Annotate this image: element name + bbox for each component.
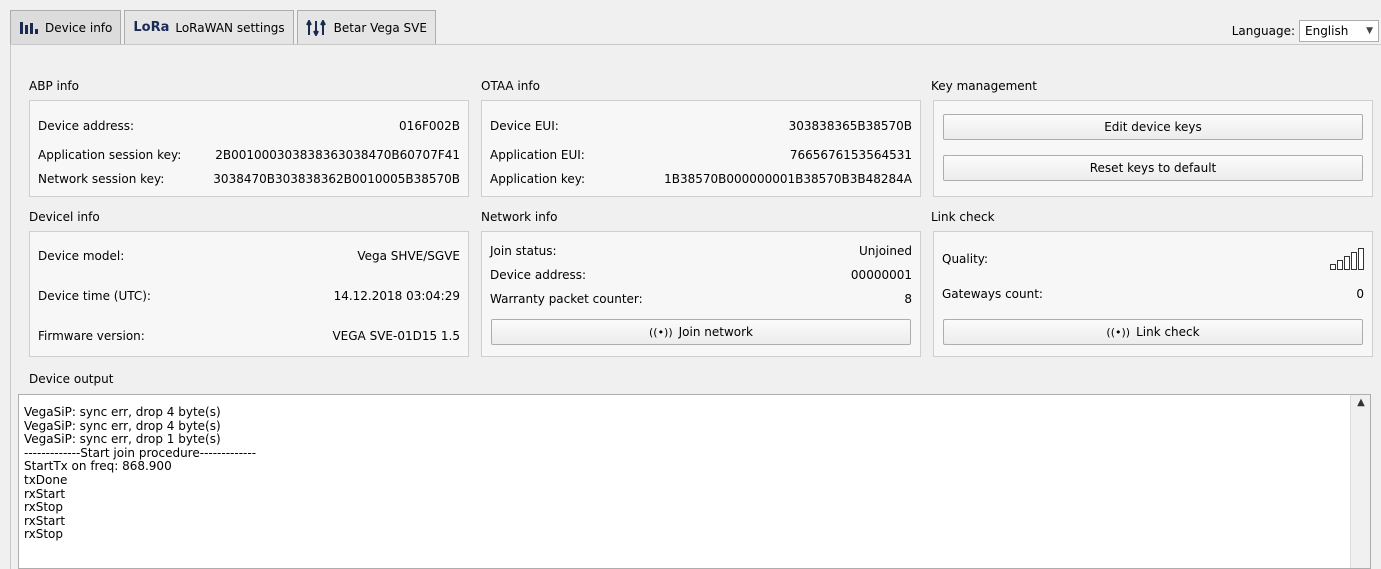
signal-bar — [1330, 264, 1336, 270]
output-line: VegaSiP: sync err, drop 4 byte(s) — [24, 405, 221, 419]
quality-label: Quality: — [942, 252, 989, 266]
device-info-title: Devicel info — [29, 210, 100, 224]
output-line: StartTx on freq: 868.900 — [24, 459, 172, 474]
firmware-version-value: VEGA SVE-01D15 1.5 — [332, 329, 460, 343]
output-line: VegaSiP: sync err, drop 1 byte(s) — [24, 432, 221, 447]
abp-device-address-label: Device address: — [38, 119, 135, 133]
join-network-button[interactable]: ((•)) Join network — [491, 319, 911, 345]
link-check-label: Link check — [1136, 325, 1200, 339]
network-row-join-status: Join status: Unjoined — [490, 243, 912, 259]
signal-bar — [1358, 248, 1364, 270]
abp-network-session-key-value: 3038470B303838362B0010005B38570B — [213, 172, 460, 186]
device-output-console[interactable]: VegaSiP: sync err, drop 4 byte(s) VegaSiP… — [18, 394, 1371, 569]
otaa-row-device-eui: Device EUI: 303838365B38570B — [490, 118, 912, 134]
bar-chart-icon — [19, 20, 39, 36]
otaa-device-eui-label: Device EUI: — [490, 119, 559, 133]
otaa-application-eui-value: 7665676153564531 — [789, 148, 912, 162]
signal-bar — [1337, 260, 1343, 270]
signal-bars-icon — [1330, 248, 1364, 270]
language-dropdown[interactable]: English ▼ — [1299, 20, 1379, 42]
scroll-up-arrow-icon[interactable]: ▲ — [1355, 397, 1367, 409]
broadcast-icon: ((•)) — [1106, 325, 1131, 339]
warranty-counter-label: Warranty packet counter: — [490, 292, 643, 306]
tab-betar-vega-sve-label: Betar Vega SVE — [333, 20, 427, 35]
network-device-address-value: 00000001 — [850, 268, 912, 282]
network-info-box: Join status: Unjoined Device address: 00… — [481, 231, 921, 357]
reset-keys-button[interactable]: Reset keys to default — [943, 155, 1363, 181]
signal-bar — [1351, 252, 1357, 270]
network-info-title: Network info — [481, 210, 558, 224]
link-row-quality: Quality: — [942, 248, 1364, 270]
tab-lorawan-settings[interactable]: LoRa LoRaWAN settings — [124, 10, 294, 44]
link-check-title: Link check — [931, 210, 995, 224]
device-output-title: Device output — [29, 372, 114, 386]
device-row-firmware: Firmware version: VEGA SVE-01D15 1.5 — [38, 328, 460, 344]
otaa-row-application-key: Application key: 1B38570B000000001B38570… — [490, 171, 912, 187]
link-check-button[interactable]: ((•)) Link check — [943, 319, 1363, 345]
abp-row-device-address: Device address: 016F002B — [38, 118, 460, 134]
device-time-label: Device time (UTC): — [38, 289, 151, 303]
warranty-counter-value: 8 — [904, 292, 912, 306]
abp-device-address-value: 016F002B — [399, 119, 460, 133]
otaa-application-key-label: Application key: — [490, 172, 586, 186]
abp-info-title: ABP info — [29, 79, 79, 93]
otaa-application-key-value: 1B38570B000000001B38570B3B48284A — [664, 172, 912, 186]
join-status-value: Unjoined — [858, 244, 912, 258]
lora-logo: LoRa — [133, 20, 170, 35]
reset-keys-label: Reset keys to default — [1089, 161, 1217, 175]
key-management-box: Edit device keys Reset keys to default — [933, 100, 1373, 197]
join-status-label: Join status: — [490, 244, 557, 258]
broadcast-icon: ((•)) — [648, 325, 673, 339]
device-time-value: 14.12.2018 03:04:29 — [333, 289, 460, 303]
abp-app-session-key-label: Application session key: — [38, 148, 182, 162]
join-network-label: Join network — [678, 325, 754, 339]
network-device-address-label: Device address: — [490, 268, 587, 282]
tab-device-info[interactable]: Device info — [10, 10, 122, 44]
link-row-gateways: Gateways count: 0 — [942, 286, 1364, 302]
vertical-scrollbar[interactable]: ▲ — [1350, 395, 1370, 568]
language-selector: Language: English ▼ — [1232, 20, 1379, 42]
sliders-icon — [305, 19, 328, 36]
tab-betar-vega-sve[interactable]: Betar Vega SVE — [296, 10, 436, 44]
output-line: rxStart — [24, 513, 66, 528]
firmware-version-label: Firmware version: — [38, 329, 145, 343]
signal-bar — [1344, 256, 1350, 270]
device-info-box: Device model: Vega SHVE/SGVE Device time… — [29, 231, 469, 357]
output-line: rxStop — [24, 500, 63, 515]
abp-network-session-key-label: Network session key: — [38, 172, 165, 186]
tab-bar: Device info LoRa LoRaWAN settings Betar … — [10, 10, 439, 44]
language-value: English — [1305, 24, 1349, 38]
abp-app-session-key-value: 2B001000303838363038470B60707F41 — [215, 148, 460, 162]
network-row-device-address: Device address: 00000001 — [490, 267, 912, 283]
output-line: VegaSiP: sync err, drop 4 byte(s) — [24, 418, 221, 433]
link-check-box: Quality: Gateways count: 0 ((•)) Link ch… — [933, 231, 1373, 357]
abp-row-app-session-key: Application session key: 2B0010003038383… — [38, 147, 460, 163]
output-line: rxStop — [24, 527, 63, 542]
output-line: rxStart — [24, 486, 66, 501]
tab-lorawan-settings-label: LoRaWAN settings — [175, 20, 285, 35]
device-model-label: Device model: — [38, 249, 125, 263]
otaa-row-application-eui: Application EUI: 7665676153564531 — [490, 147, 912, 163]
gateways-count-value: 0 — [1356, 287, 1364, 301]
network-row-warranty-counter: Warranty packet counter: 8 — [490, 291, 912, 307]
device-row-time: Device time (UTC): 14.12.2018 03:04:29 — [38, 288, 460, 304]
abp-info-box: Device address: 016F002B Application ses… — [29, 100, 469, 197]
device-model-value: Vega SHVE/SGVE — [357, 249, 460, 263]
otaa-info-box: Device EUI: 303838365B38570B Application… — [481, 100, 921, 197]
output-line: txDone — [24, 472, 68, 487]
edit-device-keys-button[interactable]: Edit device keys — [943, 114, 1363, 140]
device-output-lines: VegaSiP: sync err, drop 4 byte(s) VegaSiP… — [24, 405, 257, 542]
gateways-count-label: Gateways count: — [942, 287, 1043, 301]
language-label: Language: — [1231, 24, 1295, 38]
output-line: -------------Start join procedure-------… — [24, 445, 257, 460]
otaa-info-title: OTAA info — [481, 79, 540, 93]
otaa-device-eui-value: 303838365B38570B — [788, 119, 912, 133]
otaa-application-eui-label: Application EUI: — [490, 148, 585, 162]
key-management-title: Key management — [931, 79, 1037, 93]
abp-row-network-session-key: Network session key: 3038470B303838362B0… — [38, 171, 460, 187]
device-row-model: Device model: Vega SHVE/SGVE — [38, 248, 460, 264]
tab-device-info-label: Device info — [45, 20, 113, 35]
chevron-down-icon: ▼ — [1366, 26, 1373, 36]
edit-device-keys-label: Edit device keys — [1104, 120, 1202, 134]
